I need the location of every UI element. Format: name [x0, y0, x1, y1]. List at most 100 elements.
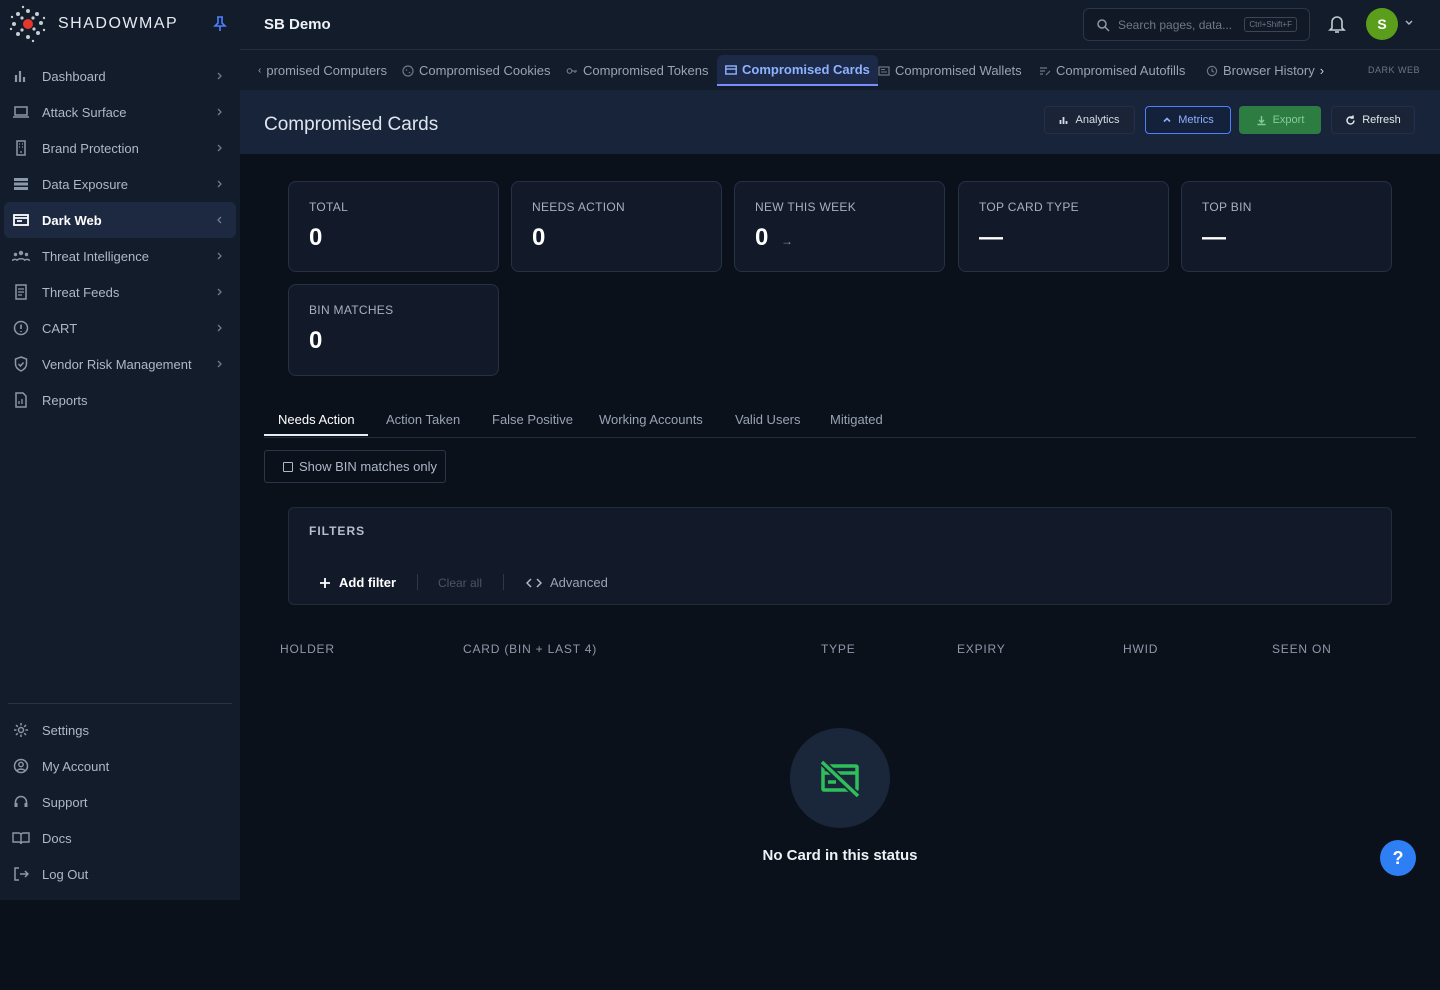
- sidebar-item-dashboard[interactable]: Dashboard: [4, 58, 236, 94]
- search-input[interactable]: Search pages, data... Ctrl+Shift+F: [1083, 8, 1310, 41]
- tab-browser-history[interactable]: Browser History ›: [1206, 55, 1324, 86]
- tab-compromised-tokens[interactable]: Compromised Tokens: [566, 55, 708, 86]
- column-header-holder[interactable]: HOLDER: [280, 642, 335, 656]
- sidebar-item-label: Support: [42, 794, 88, 810]
- column-header-seen-on[interactable]: SEEN ON: [1272, 642, 1332, 656]
- org-name[interactable]: SB Demo: [264, 16, 331, 33]
- search-placeholder: Search pages, data...: [1118, 17, 1233, 32]
- pin-icon[interactable]: [213, 16, 227, 32]
- tab-label: Compromised Cookies: [419, 63, 551, 78]
- bell-icon[interactable]: [1328, 14, 1346, 34]
- tab-label: Compromised Autofills: [1056, 63, 1186, 78]
- stat-label: TOTAL: [309, 200, 349, 214]
- stat-value: —: [979, 224, 1003, 251]
- sidebar-item-docs[interactable]: Docs: [4, 820, 236, 856]
- report-icon: [12, 391, 30, 409]
- bar-chart-icon: [12, 67, 30, 85]
- status-tab-needs-action[interactable]: Needs Action: [278, 412, 355, 427]
- metrics-button[interactable]: Metrics: [1145, 106, 1231, 134]
- chevron-right-icon: [217, 144, 222, 152]
- column-header-card[interactable]: CARD (BIN + LAST 4): [463, 642, 597, 656]
- checkbox[interactable]: [283, 461, 293, 472]
- sidebar-item-threat-intelligence[interactable]: Threat Intelligence: [4, 238, 236, 274]
- sidebar-item-label: Reports: [42, 392, 88, 408]
- logout-icon: [12, 865, 30, 883]
- add-filter-button[interactable]: Add filter: [319, 575, 396, 590]
- tab-compromised-autofills[interactable]: Compromised Autofills: [1039, 55, 1185, 86]
- sidebar-item-label: Threat Intelligence: [42, 248, 149, 264]
- bin-matches-toggle[interactable]: Show BIN matches only: [264, 450, 446, 483]
- shield-icon: [12, 355, 30, 373]
- filters-panel: FILTERS Add filter Clear all Advanced: [288, 507, 1392, 605]
- refresh-icon: [1346, 115, 1355, 125]
- sidebar-item-label: Dashboard: [42, 68, 106, 84]
- sidebar-item-brand-protection[interactable]: Brand Protection: [4, 130, 236, 166]
- sidebar-item-label: Brand Protection: [42, 140, 139, 156]
- status-tab-mitigated[interactable]: Mitigated: [830, 412, 883, 427]
- help-button[interactable]: ?: [1380, 840, 1416, 876]
- chevron-left-icon: ‹: [258, 65, 262, 76]
- advanced-button[interactable]: Advanced: [526, 575, 608, 590]
- chevron-down-icon[interactable]: [1404, 18, 1414, 28]
- sidebar-item-data-exposure[interactable]: Data Exposure: [4, 166, 236, 202]
- column-header-type[interactable]: TYPE: [821, 642, 856, 656]
- avatar[interactable]: S: [1366, 8, 1398, 40]
- gear-icon: [12, 721, 30, 739]
- sidebar-item-label: Log Out: [42, 866, 89, 882]
- tab-compromised-computers[interactable]: ‹ promised Computers: [258, 55, 387, 86]
- column-header-hwid[interactable]: HWID: [1123, 642, 1158, 656]
- clear-all-button[interactable]: Clear all: [438, 576, 482, 590]
- status-tab-action-taken[interactable]: Action Taken: [386, 412, 460, 427]
- chevron-right-icon[interactable]: ›: [1320, 63, 1324, 78]
- tab-compromised-cards[interactable]: Compromised Cards: [717, 55, 878, 86]
- sidebar-item-label: Dark Web: [42, 212, 102, 228]
- sidebar-item-settings[interactable]: Settings: [4, 712, 236, 748]
- logo[interactable]: SHADOWMAP: [8, 4, 178, 44]
- export-button[interactable]: Export: [1239, 106, 1321, 134]
- stat-label: NEW THIS WEEK: [755, 200, 857, 214]
- analytics-button[interactable]: Analytics: [1044, 106, 1135, 134]
- divider: [417, 574, 418, 590]
- browser-window-icon: [12, 211, 30, 229]
- sidebar-item-label: Settings: [42, 722, 89, 738]
- active-tab-indicator: [264, 434, 368, 436]
- stat-value: 0: [755, 224, 769, 251]
- sidebar-item-label: Threat Feeds: [42, 284, 120, 300]
- sidebar-item-reports[interactable]: Reports: [4, 382, 236, 418]
- section-label: DARK WEB: [1368, 65, 1421, 75]
- page-header: Compromised Cards Analytics Metrics Expo…: [240, 90, 1440, 154]
- sidebar-item-my-account[interactable]: My Account: [4, 748, 236, 784]
- metrics-label: Metrics: [1178, 114, 1214, 126]
- top-bar: SB Demo Search pages, data... Ctrl+Shift…: [240, 0, 1440, 50]
- status-tab-working-accounts[interactable]: Working Accounts: [599, 412, 703, 427]
- logo-icon: [9, 5, 46, 43]
- sidebar-item-support[interactable]: Support: [4, 784, 236, 820]
- dark-web-tabs: ‹ promised Computers Compromised Cookies…: [240, 50, 1440, 90]
- alert-circle-icon: [12, 319, 30, 337]
- chevron-left-icon: [217, 216, 222, 224]
- building-icon: [12, 139, 30, 157]
- chevron-up-icon: [1163, 117, 1171, 123]
- sidebar-item-log-out[interactable]: Log Out: [4, 856, 236, 892]
- sidebar-item-threat-feeds[interactable]: Threat Feeds: [4, 274, 236, 310]
- column-header-expiry[interactable]: EXPIRY: [957, 642, 1006, 656]
- sidebar-item-dark-web[interactable]: Dark Web: [4, 202, 236, 238]
- users-icon: [12, 247, 30, 265]
- refresh-button[interactable]: Refresh: [1331, 106, 1415, 134]
- tab-compromised-cookies[interactable]: Compromised Cookies: [402, 55, 551, 86]
- status-tabs: Needs Action Action Taken False Positive…: [264, 404, 1416, 438]
- stat-value: 0: [309, 224, 323, 251]
- document-icon: [12, 283, 30, 301]
- export-label: Export: [1272, 114, 1305, 126]
- sidebar-item-label: CART: [42, 320, 78, 336]
- sidebar-item-cart[interactable]: CART: [4, 310, 236, 346]
- sidebar-item-vendor-risk-management[interactable]: Vendor Risk Management: [4, 346, 236, 382]
- tab-compromised-wallets[interactable]: Compromised Wallets: [878, 55, 1022, 86]
- credit-card-icon: [725, 64, 737, 76]
- cookie-icon: [402, 64, 414, 77]
- status-tab-false-positive[interactable]: False Positive: [492, 412, 573, 427]
- sidebar-item-attack-surface[interactable]: Attack Surface: [4, 94, 236, 130]
- status-tab-valid-users[interactable]: Valid Users: [735, 412, 801, 427]
- headset-icon: [12, 793, 30, 811]
- empty-state-message: No Card in this status: [762, 847, 918, 864]
